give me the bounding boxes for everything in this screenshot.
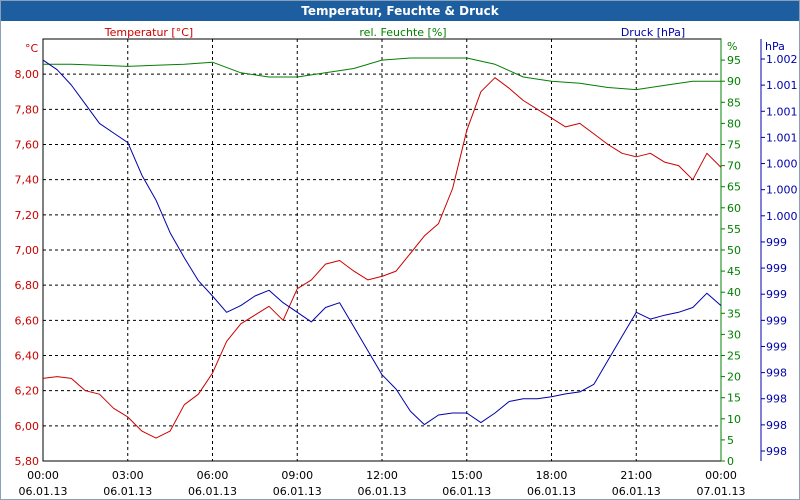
x-tick-time: 18:00 xyxy=(536,469,568,482)
x-tick-date: 06.01.13 xyxy=(527,485,576,498)
humidity-axis-label: rel. Feuchte [%] xyxy=(359,26,446,39)
pressure-tick-label: 1.001 xyxy=(766,79,798,92)
pressure-tick-label: 998 xyxy=(766,367,787,380)
pressure-tick-label: 999 xyxy=(766,314,787,327)
pressure-axis-label: Druck [hPa] xyxy=(621,26,685,39)
humidity-tick-label: 50 xyxy=(727,244,741,257)
temp-tick-label: 7,40 xyxy=(15,174,40,187)
temp-tick-label: 6,00 xyxy=(15,420,40,433)
humidity-tick-label: 15 xyxy=(727,392,741,405)
x-tick-date: 06.01.13 xyxy=(19,485,68,498)
humidity-tick-label: 65 xyxy=(727,181,741,194)
humidity-tick-label: 90 xyxy=(727,75,741,88)
x-tick-date: 06.01.13 xyxy=(442,485,491,498)
pressure-axis-unit: hPa xyxy=(765,40,785,53)
temp-tick-label: 5,80 xyxy=(15,455,40,468)
pressure-tick-label: 999 xyxy=(766,340,787,353)
temp-tick-label: 7,20 xyxy=(15,209,40,222)
humidity-tick-label: 55 xyxy=(727,223,741,236)
x-tick-time: 06:00 xyxy=(197,469,229,482)
x-tick-date: 06.01.13 xyxy=(273,485,322,498)
temp-tick-label: 7,00 xyxy=(15,244,40,257)
pressure-tick-label: 999 xyxy=(766,262,787,275)
humidity-tick-label: 60 xyxy=(727,202,741,215)
chart-window: Temperatur, Feuchte & Druck 00:00 06.01.1… xyxy=(0,0,800,500)
temp-tick-label: 7,60 xyxy=(15,139,40,152)
x-tick-date: 06.01.13 xyxy=(103,485,152,498)
humidity-tick-label: 30 xyxy=(727,328,741,341)
temp-axis-label: Temperatur [°C] xyxy=(104,26,193,39)
pressure-tick-label: 1.001 xyxy=(766,131,798,144)
temp-axis-unit: °C xyxy=(25,42,39,55)
x-tick-time: 21:00 xyxy=(620,469,652,482)
temp-tick-label: 6,60 xyxy=(15,314,40,327)
humidity-tick-label: 85 xyxy=(727,96,741,109)
temp-tick-label: 6,20 xyxy=(15,385,40,398)
humidity-tick-label: 70 xyxy=(727,160,741,173)
humidity-tick-label: 75 xyxy=(727,139,741,152)
humidity-tick-label: 35 xyxy=(727,307,741,320)
humidity-tick-label: 20 xyxy=(727,371,741,384)
temp-tick-label: 6,80 xyxy=(15,279,40,292)
x-tick-date: 06.01.13 xyxy=(188,485,237,498)
humidity-tick-label: 45 xyxy=(727,265,741,278)
humidity-tick-label: 10 xyxy=(727,413,741,426)
humidity-tick-label: 40 xyxy=(727,286,741,299)
humidity-tick-label: 0 xyxy=(727,455,734,468)
humidity-tick-label: 80 xyxy=(727,117,741,130)
pressure-tick-label: 1.000 xyxy=(766,158,798,171)
x-tick-date: 07.01.13 xyxy=(697,485,746,498)
x-tick-time: 12:00 xyxy=(366,469,398,482)
pressure-tick-label: 999 xyxy=(766,288,787,301)
humidity-tick-label: 5 xyxy=(727,434,734,447)
x-tick-time: 09:00 xyxy=(281,469,313,482)
pressure-tick-label: 998 xyxy=(766,419,787,432)
humidity-axis-unit: % xyxy=(727,40,737,53)
x-tick-time: 15:00 xyxy=(451,469,483,482)
pressure-tick-label: 1.001 xyxy=(766,105,798,118)
x-tick-time: 03:00 xyxy=(112,469,144,482)
temp-tick-label: 7,80 xyxy=(15,103,40,116)
humidity-tick-label: 95 xyxy=(727,54,741,67)
x-tick-date: 06.01.13 xyxy=(612,485,661,498)
humidity-tick-label: 25 xyxy=(727,350,741,363)
pressure-tick-label: 1.000 xyxy=(766,184,798,197)
chart-title: Temperatur, Feuchte & Druck xyxy=(1,1,799,21)
temp-tick-label: 8,00 xyxy=(15,68,40,81)
temp-tick-label: 6,40 xyxy=(15,350,40,363)
pressure-tick-label: 1.000 xyxy=(766,210,798,223)
pressure-tick-label: 1.002 xyxy=(766,53,798,66)
pressure-tick-label: 999 xyxy=(766,236,787,249)
x-tick-date: 06.01.13 xyxy=(358,485,407,498)
pressure-tick-label: 998 xyxy=(766,393,787,406)
pressure-tick-label: 998 xyxy=(766,445,787,458)
x-tick-time: 00:00 xyxy=(705,469,737,482)
chart-svg: 00:00 06.01.13 03:00 06.01.13 06:00 06.01.13 0… xyxy=(15,26,798,498)
x-tick-time: 00:00 xyxy=(27,469,59,482)
